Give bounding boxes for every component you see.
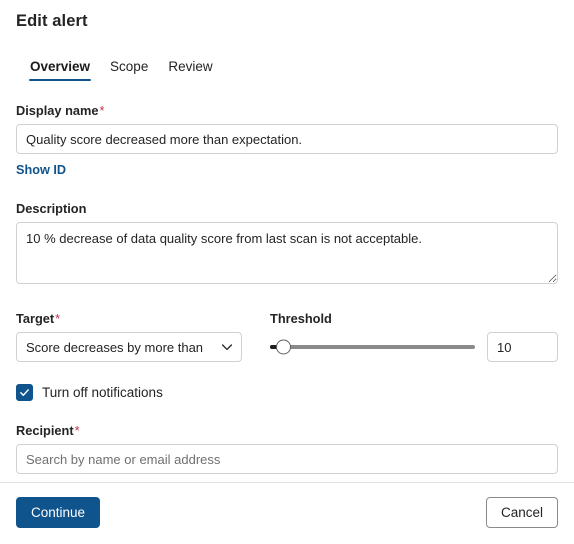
target-field: Target* Score decreases by more than xyxy=(16,311,242,362)
threshold-label: Threshold xyxy=(270,311,332,326)
checkmark-icon xyxy=(20,389,29,396)
recipient-required-marker: * xyxy=(74,423,80,438)
recipient-search-input[interactable] xyxy=(16,444,558,474)
slider-track xyxy=(270,345,475,349)
tab-overview-label: Overview xyxy=(30,59,91,74)
tab-review-label: Review xyxy=(168,59,213,74)
edit-alert-panel: Edit alert Overview Scope Review Display… xyxy=(0,0,574,544)
target-label-text: Target xyxy=(16,311,55,326)
turn-off-notifications-row[interactable]: Turn off notifications xyxy=(16,384,163,401)
tab-overview[interactable]: Overview xyxy=(20,59,100,81)
tab-scope-label: Scope xyxy=(110,59,149,74)
threshold-slider[interactable] xyxy=(270,332,475,362)
show-id-link[interactable]: Show ID xyxy=(16,163,66,177)
turn-off-notifications-checkbox[interactable] xyxy=(16,384,33,401)
display-name-field: Display name* Show ID xyxy=(16,103,558,179)
target-selected-value: Score decreases by more than xyxy=(26,339,204,355)
slider-thumb[interactable] xyxy=(275,339,291,355)
description-label: Description xyxy=(16,201,87,216)
target-label: Target* xyxy=(16,311,242,326)
display-name-required-marker: * xyxy=(99,103,105,118)
recipient-label-text: Recipient xyxy=(16,423,74,438)
target-select[interactable]: Score decreases by more than xyxy=(16,332,242,362)
threshold-controls xyxy=(270,332,558,362)
recipient-field: Recipient* Showing 1 recipient xyxy=(16,423,558,482)
tab-scope[interactable]: Scope xyxy=(100,59,158,81)
page-title: Edit alert xyxy=(16,12,88,30)
turn-off-notifications-label: Turn off notifications xyxy=(42,385,163,400)
threshold-value-input[interactable] xyxy=(487,332,558,362)
panel-body: Edit alert Overview Scope Review Display… xyxy=(0,0,574,482)
target-required-marker: * xyxy=(55,311,61,326)
recipient-label: Recipient* xyxy=(16,423,558,438)
description-textarea[interactable] xyxy=(16,222,558,284)
target-threshold-row: Target* Score decreases by more than Thr… xyxy=(16,311,558,362)
description-field: Description xyxy=(16,201,558,289)
cancel-button[interactable]: Cancel xyxy=(485,497,558,528)
display-name-label: Display name* xyxy=(16,103,558,118)
tab-list: Overview Scope Review xyxy=(16,55,558,81)
panel-footer: Continue Cancel xyxy=(0,482,574,544)
display-name-input[interactable] xyxy=(16,124,558,154)
display-name-label-text: Display name xyxy=(16,103,99,118)
target-select-wrap: Score decreases by more than xyxy=(16,332,242,362)
threshold-field: Threshold xyxy=(270,311,558,362)
continue-button[interactable]: Continue xyxy=(16,497,101,528)
tab-review[interactable]: Review xyxy=(158,59,222,81)
